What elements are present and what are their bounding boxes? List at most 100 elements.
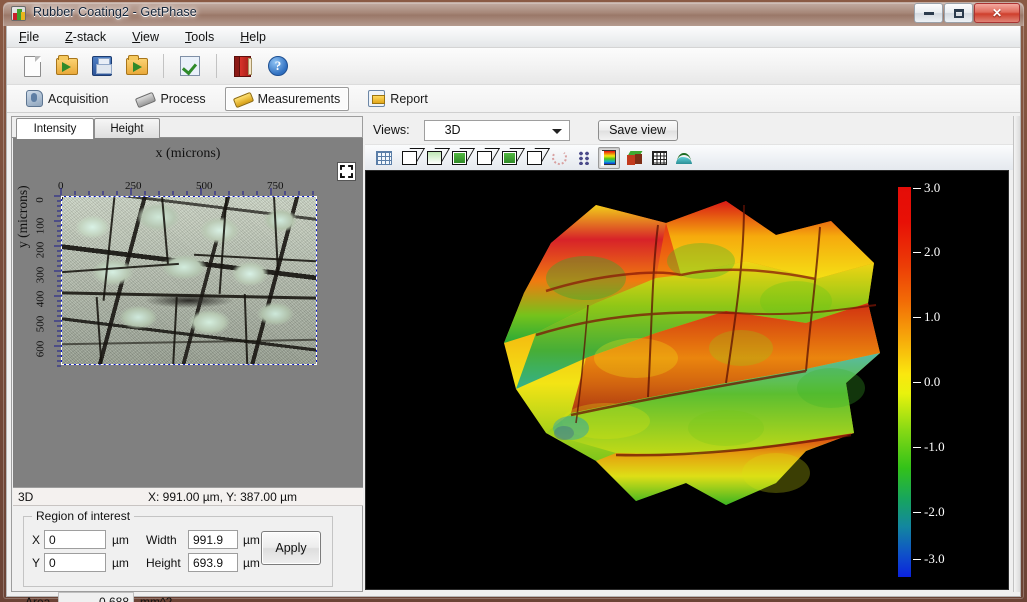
roi-x-input[interactable]: 0 [44,530,106,549]
reset-rotation-icon [551,150,567,165]
tab-measurements[interactable]: Measurements [224,86,350,111]
roi-width-unit: µm [243,533,260,547]
checklist-button[interactable] [176,52,204,80]
title-bar[interactable]: Rubber Coating2 - GetPhase ✕ [3,2,1024,26]
colorbar-tick [913,447,921,448]
tab-report[interactable]: Report [359,87,437,111]
colorbar-label: 2.0 [924,244,941,259]
selection-handles[interactable] [61,196,317,365]
menu-file[interactable]: File [17,29,41,45]
colorbar-tick [913,512,921,513]
cube-view-iso-button[interactable] [498,147,520,169]
surface-3d-canvas[interactable]: 3.0 2.0 1.0 0.0 -1.0 -2.0 -3.0 [365,170,1009,590]
y-tick-label: 300 [34,266,47,284]
client-area: File Z-stack View Tools Help ? Acquisiti… [6,26,1021,602]
checklist-icon [180,56,200,76]
save-button[interactable] [88,52,116,80]
area-unit: mm^2 [140,595,173,602]
menu-zstack[interactable]: Z-stack [63,29,108,45]
main-toolbar: ? [7,48,1020,85]
colorbar-label: -1.0 [924,439,945,454]
views-label: Views: [373,123,410,137]
image-status-bar: 3D X: 991.00 µm, Y: 387.00 µm [13,487,363,506]
point-density-icon [578,150,590,165]
roi-legend: Region of interest [32,509,135,523]
roi-height-input[interactable]: 693.9 [188,553,238,572]
roi-x-label: X [32,533,41,547]
colorbar-label: 1.0 [924,309,941,324]
colorbar-legend: 3.0 2.0 1.0 0.0 -1.0 -2.0 -3.0 [898,180,968,577]
window-title: Rubber Coating2 - GetPhase [33,5,197,19]
roi-x-unit: µm [112,533,129,547]
roi-y-input[interactable]: 0 [44,553,106,572]
mesh-grid-icon [651,150,667,165]
close-button[interactable]: ✕ [974,3,1020,23]
y-tick-label: 0 [33,197,46,203]
roi-y-label: Y [32,556,41,570]
grey-pencil-icon [135,91,157,109]
reset-rotation-button[interactable] [548,147,570,169]
cube-view-right-button[interactable] [523,147,545,169]
intensity-plot[interactable]: x (microns) y (microns) 0 250 500 750 0 … [13,138,363,487]
roi-y-unit: µm [112,556,129,570]
tab-acquisition[interactable]: Acquisition [17,87,117,111]
color-palette-button[interactable] [598,146,620,169]
cube-view-right-icon [526,150,542,165]
menu-help[interactable]: Help [238,29,268,45]
area-label: Area [25,595,51,602]
minimize-button[interactable] [914,3,943,23]
tab-measurements-label: Measurements [257,91,341,106]
open-button[interactable] [53,52,81,80]
cube-view-filled-icon [451,150,467,165]
maximize-button[interactable] [944,3,973,23]
tab-process[interactable]: Process [127,87,214,111]
right-scroll-strip[interactable] [1013,116,1020,592]
help-button[interactable]: ? [264,52,292,80]
roi-width-input[interactable]: 991.9 [188,530,238,549]
report-document-icon [368,90,386,107]
export-button[interactable] [123,52,151,80]
view-toolbar: Scaling [365,144,1015,194]
window-controls: ✕ [913,3,1020,23]
tab-acquisition-label: Acquisition [48,91,109,106]
colorbar-tick [913,252,921,253]
profile-curve-button[interactable] [673,147,695,169]
roi-width-label: Width [146,533,177,547]
colorbar-tick [913,188,921,189]
cube-view-front-button[interactable] [398,147,420,169]
data-table-button[interactable] [373,147,395,169]
colorbar-tick [913,559,921,560]
tab-intensity[interactable]: Intensity [16,118,94,139]
menu-bar: File Z-stack View Tools Help [7,26,1020,48]
library-button[interactable] [229,52,257,80]
menu-tools[interactable]: Tools [183,29,216,45]
mesh-grid-button[interactable] [648,147,670,169]
cube-view-left-button[interactable] [473,147,495,169]
close-icon: ✕ [991,6,1003,20]
point-density-button[interactable] [573,147,595,169]
app-icon [11,6,26,21]
application-window: Rubber Coating2 - GetPhase ✕ File Z-stac… [0,0,1027,602]
status-coordinates: X: 991.00 µm, Y: 387.00 µm [148,490,298,504]
cube-view-left-icon [476,150,492,165]
cube-view-top-button[interactable] [423,147,445,169]
surface-3d-plot[interactable] [476,183,896,543]
menu-view[interactable]: View [130,29,161,45]
apply-button[interactable]: Apply [261,531,321,565]
left-panel: Intensity Height x (microns) y (microns)… [11,116,363,602]
region-select-icon[interactable] [337,162,356,181]
tab-report-label: Report [390,91,428,106]
book-icon [234,55,252,77]
colorbar-label: -3.0 [924,551,945,566]
cube-view-filled-button[interactable] [448,147,470,169]
save-view-button[interactable]: Save view [597,119,678,141]
new-document-button[interactable] [18,52,46,80]
profile-curve-icon [676,151,692,164]
y-tick-label: 500 [34,315,47,333]
views-dropdown[interactable]: 3D [423,119,570,141]
tab-height[interactable]: Height [94,118,160,138]
solid-render-button[interactable] [623,147,645,169]
views-row: Views: 3D Save view [365,116,1015,144]
help-icon: ? [268,56,288,76]
intensity-image-frame[interactable] [61,196,317,365]
